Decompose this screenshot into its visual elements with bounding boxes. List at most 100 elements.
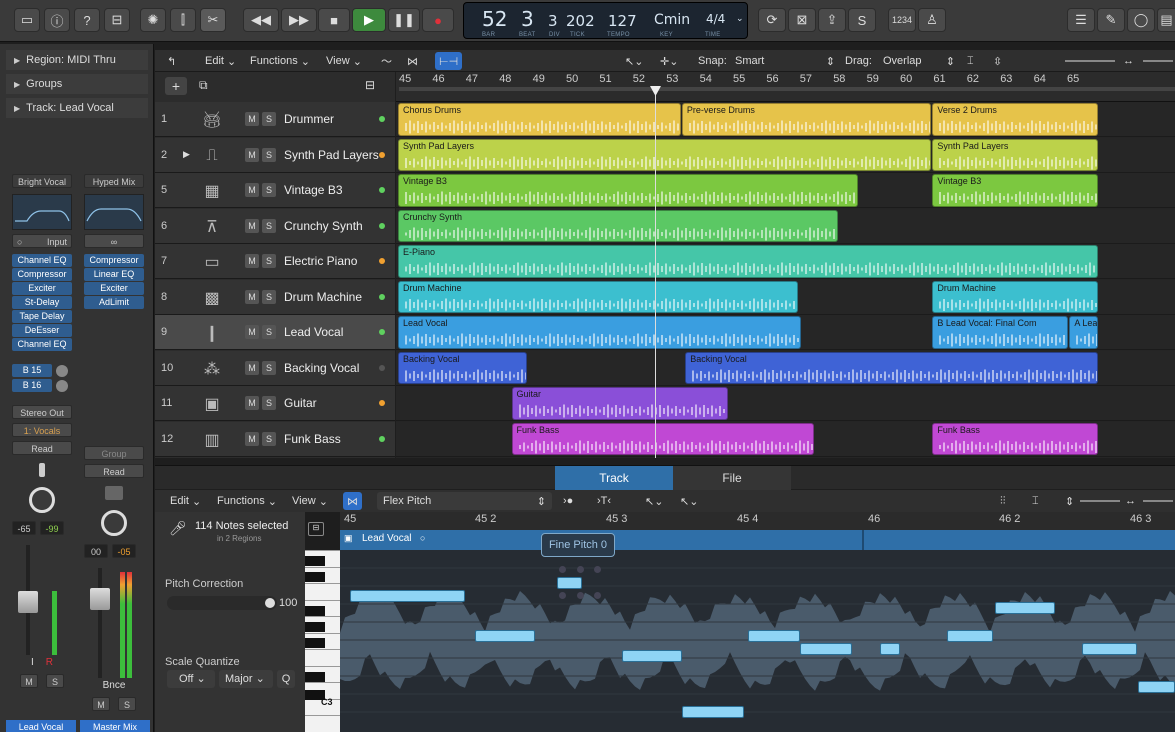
list-editors-icon[interactable]: ☰ [1067,8,1095,32]
pitch-handle[interactable] [594,592,601,599]
collapse-icon[interactable]: ⊟ [308,522,324,536]
solo-button[interactable]: S [262,431,276,446]
solo-button[interactable]: S [262,289,276,304]
plugin-slot[interactable]: DeEsser [12,324,72,337]
lcd-display[interactable]: 52 3 3 202 127 Cmin 4/4 ⌄ BAR BEAT DIV T… [463,2,748,39]
automation-mode[interactable]: Read [12,441,72,455]
track-activity-dot[interactable] [379,364,385,371]
input-slot[interactable]: ○ Input [12,234,72,248]
track-header[interactable]: 10 ⁂ M S Backing Vocal [155,350,395,386]
region[interactable]: Funk Bass [511,422,815,455]
pitch-note[interactable] [880,643,900,655]
black-key[interactable] [305,556,325,566]
pitch-note[interactable] [350,590,465,602]
plugin-slot[interactable]: Tape Delay [12,310,72,323]
region[interactable]: Pre-verse Drums [681,103,932,136]
region[interactable]: Vintage B3 [932,174,1099,207]
flex-mode-select[interactable]: Flex Pitch ⇕ [377,492,552,510]
drag-select[interactable]: Overlap ⇕ [883,52,955,70]
loop-browser-icon[interactable]: ◯ [1127,8,1155,32]
volume-fader[interactable] [90,588,110,610]
track-activity-dot[interactable] [379,222,385,229]
catch-icon[interactable]: ⊢⊣ [435,52,463,70]
solo-button[interactable]: S [118,697,136,711]
tracks-area[interactable]: Chorus Drums Pre-verse Drums Verse 2 Drums… [396,102,1175,458]
mute-button[interactable]: M [245,254,259,268]
track-activity-dot[interactable] [379,435,385,442]
track-header[interactable]: 8 ▩ M S Drum Machine [155,279,395,315]
group-slot[interactable]: Group [84,446,144,460]
track-activity-dot[interactable] [379,293,385,300]
white-key[interactable] [305,649,340,650]
track-header[interactable]: 12 ▥ M S Funk Bass [155,421,395,457]
setting-button[interactable]: Hyped Mix [84,174,144,188]
solo-button[interactable]: S [262,254,276,268]
disclosure-triangle-icon[interactable]: ▶ [14,104,20,113]
quantize-button[interactable]: Q [277,670,295,688]
groups-row[interactable]: ▶ Groups [6,74,148,94]
toolbar-icon[interactable]: ⊟ [104,8,130,32]
mute-button[interactable]: M [245,431,259,446]
mute-button[interactable]: M [245,289,259,304]
pitch-note[interactable] [995,602,1055,614]
metronome-icon[interactable]: ♙ [918,8,946,32]
back-arrow-icon[interactable]: ↰ [167,52,176,70]
marquee-tool-icon[interactable]: ✛⌄ [660,52,678,70]
pitch-handle[interactable] [577,566,584,573]
region[interactable]: Crunchy Synth [398,209,838,242]
catch-playhead-icon[interactable]: ›T‹ [597,492,611,510]
black-key[interactable] [305,638,325,648]
send-knob-icon[interactable] [56,364,68,377]
add-track-button[interactable]: + [165,77,187,95]
eq-thumbnail[interactable] [84,194,144,230]
solo-button[interactable]: S [262,183,276,197]
flex-mode-icon[interactable]: ⋈ [343,492,362,510]
region[interactable]: E-Piano [398,245,1099,278]
pitch-note[interactable] [622,650,682,662]
pitch-note[interactable] [1138,681,1175,693]
global-tracks-icon[interactable]: ⊟ [365,78,375,92]
region[interactable]: Drum Machine [398,280,798,313]
solo-button[interactable]: S [262,396,276,410]
pitch-handle[interactable] [559,566,566,573]
duplicate-track-icon[interactable]: ⧉ [199,78,208,93]
editor-edit-menu[interactable]: Edit ⌄ [170,492,201,510]
strip-name-master[interactable]: Master Mix [80,720,150,732]
solo-button[interactable]: S [262,147,276,162]
horizontal-zoom-icon[interactable]: ↔ [1123,52,1134,70]
input-monitor-button[interactable]: I [31,657,34,668]
smart-controls-icon[interactable]: ✺ [140,8,166,32]
editor-pointer-tool-icon[interactable]: ↖⌄ [645,492,663,510]
timeline-ruler[interactable]: 45 46 47 48 49 50 51 52 53 54 55 56 57 58 59 60 61 62 63 64… [396,72,1175,102]
mute-button[interactable]: M [20,674,38,688]
track-activity-dot[interactable] [379,329,385,335]
flex-pitch-editor[interactable] [340,550,1175,732]
mute-button[interactable]: M [245,396,259,410]
pitch-note[interactable] [475,630,535,642]
editor-horizontal-zoom-slider[interactable] [1143,500,1173,502]
region[interactable]: Chorus Drums [398,103,681,136]
fit-icon[interactable]: ⌶ [1032,492,1039,510]
mute-button[interactable]: M [92,697,110,711]
cycle-icon[interactable]: ⟳ [758,8,786,32]
midi-in-icon[interactable]: ›● [563,492,573,510]
waveform-zoom-icon[interactable]: ⌶ [967,52,974,70]
track-header[interactable]: 2 ▶ ⎍ M S Synth Pad Layers [155,137,395,173]
region[interactable]: Synth Pad Layers [398,138,932,171]
track-header[interactable]: 7 ▭ M S Electric Piano [155,244,395,279]
edit-menu[interactable]: Edit ⌄ [205,52,236,70]
white-key[interactable] [305,550,340,551]
mute-button[interactable]: M [245,218,259,233]
automation-icon[interactable]: 〜 [381,52,392,70]
solo-button[interactable]: S [46,674,64,688]
region[interactable]: Drum Machine [932,280,1099,313]
plugin-slot[interactable]: Compressor [12,268,72,281]
disclosure-triangle-icon[interactable]: ▶ [14,56,20,65]
track-activity-dot[interactable] [379,400,385,406]
pitch-note[interactable] [800,643,852,655]
editor-view-menu[interactable]: View ⌄ [292,492,328,510]
plugin-slot[interactable]: Channel EQ [12,338,72,351]
white-key[interactable] [305,715,340,716]
pan-knob[interactable] [101,510,127,536]
track-activity-dot[interactable] [379,116,385,122]
